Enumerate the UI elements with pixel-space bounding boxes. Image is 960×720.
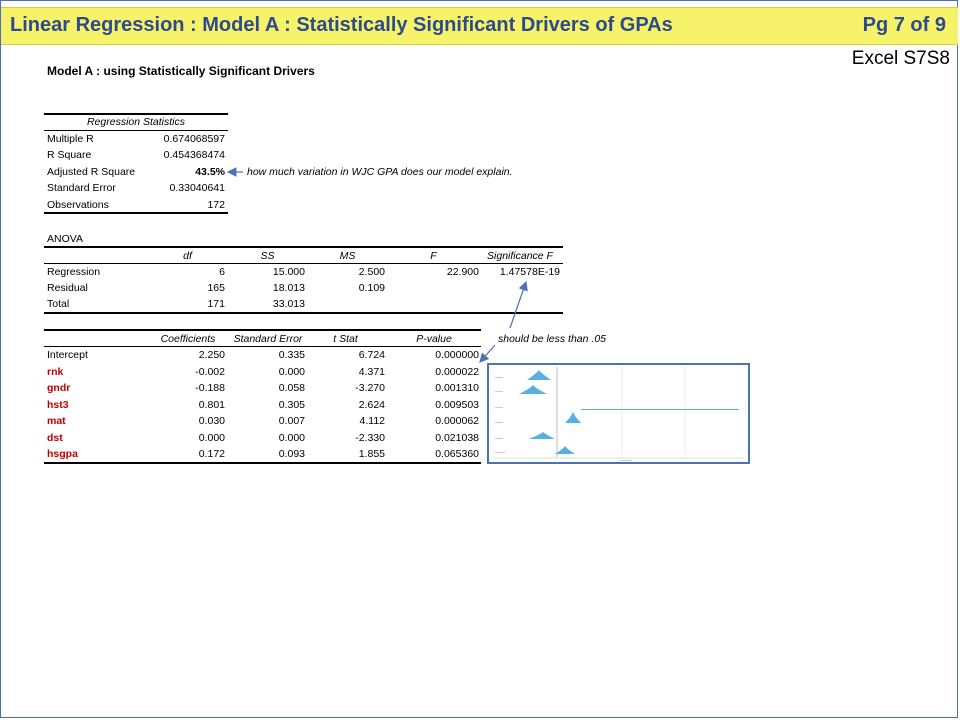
coefficient-distribution-thumbnail [487,363,750,464]
hsgpa-distribution [555,446,575,454]
distribution-plot [494,367,744,461]
hst3-distribution [581,409,739,410]
significance-arrow [509,280,528,329]
pvalue-arrow [479,344,496,363]
gndr-distribution [519,385,547,394]
rnk-distribution [527,370,551,380]
mat-distribution [565,412,581,423]
annotation-arrows [226,167,528,363]
dst-distribution [529,432,555,439]
